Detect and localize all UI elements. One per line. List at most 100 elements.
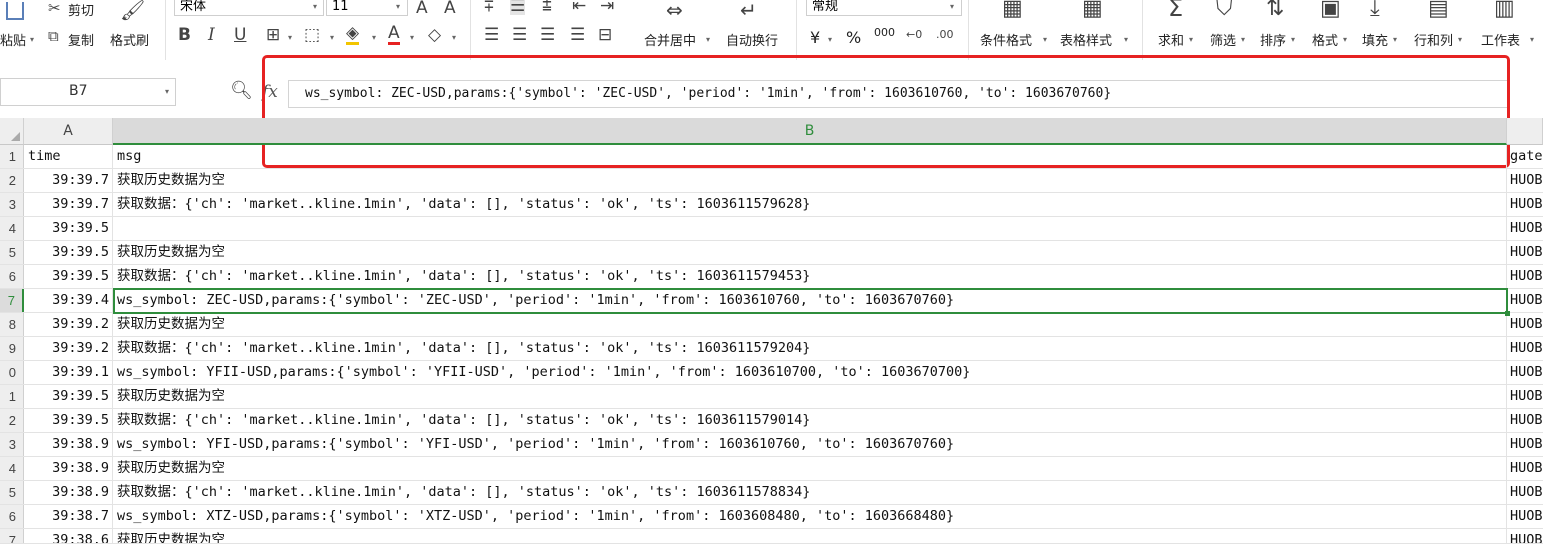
name-box-dropdown-icon[interactable]: ▾ xyxy=(165,87,169,96)
table-style-icon[interactable]: ▦ xyxy=(1082,0,1103,20)
format-painter-button[interactable]: 格式刷 xyxy=(110,30,149,49)
merge-center-button[interactable]: 合并居中 xyxy=(644,30,696,49)
conditional-format-dropdown-icon[interactable]: ▾ xyxy=(1043,35,1047,44)
cell-msg[interactable]: ws_symbol: YFII-USD,params:{'symbol': 'Y… xyxy=(113,361,1507,384)
cell-msg[interactable]: 获取历史数据为空 xyxy=(113,241,1507,264)
cell-time[interactable]: 39:39.1 xyxy=(24,361,113,384)
row-header[interactable]: 2 xyxy=(0,169,24,192)
conditional-format-icon[interactable]: ▦ xyxy=(1002,0,1023,20)
font-name-select[interactable]: 宋体 xyxy=(174,0,324,16)
zoom-icon[interactable]: 🔍︎ xyxy=(230,82,253,100)
row-header[interactable]: 0 xyxy=(0,361,24,384)
fill-icon[interactable]: ⤓ xyxy=(1370,0,1380,20)
number-format-select[interactable]: 常规 xyxy=(806,0,962,16)
cell-gate[interactable]: HUOB xyxy=(1507,505,1543,528)
cell-msg[interactable] xyxy=(113,217,1507,240)
column-header-a[interactable]: A xyxy=(24,118,113,145)
sort-icon[interactable]: ⇅ xyxy=(1266,0,1284,20)
fx-icon[interactable]: fx xyxy=(262,82,278,102)
cell-time[interactable]: 39:39.5 xyxy=(24,385,113,408)
font-name-dropdown-icon[interactable]: ▾ xyxy=(313,2,317,11)
copy-button[interactable]: 复制 xyxy=(68,30,94,49)
row-header[interactable]: 3 xyxy=(0,193,24,216)
percent-button[interactable]: % xyxy=(846,28,861,47)
cell-gate[interactable]: HUOB xyxy=(1507,433,1543,456)
cell-msg[interactable]: 获取历史数据为空 xyxy=(113,529,1507,543)
cell-msg[interactable]: 获取历史数据为空 xyxy=(113,313,1507,336)
scissors-icon[interactable]: ✂ xyxy=(48,0,61,17)
row-header[interactable]: 6 xyxy=(0,265,24,288)
cell-time[interactable]: 39:38.9 xyxy=(24,481,113,504)
format-dropdown-icon[interactable]: ▾ xyxy=(1343,35,1347,44)
row-header[interactable]: 3 xyxy=(0,433,24,456)
fill-button[interactable]: 填充 xyxy=(1362,30,1388,49)
cell-time[interactable]: 39:39.7 xyxy=(24,193,113,216)
cell-gate[interactable]: HUOB xyxy=(1507,313,1543,336)
cell-time[interactable]: 39:39.5 xyxy=(24,265,113,288)
paste-dropdown-icon[interactable]: ▾ xyxy=(30,35,34,44)
wrap-text-icon[interactable]: ↵ xyxy=(740,0,757,20)
cell-style-dropdown-icon[interactable]: ▾ xyxy=(330,33,334,42)
fill-color-dropdown-icon[interactable]: ▾ xyxy=(372,33,376,42)
wrap-text-button[interactable]: 自动换行 xyxy=(726,30,778,49)
conditional-format-button[interactable]: 条件格式 xyxy=(980,30,1032,49)
cell-time[interactable]: 39:39.4 xyxy=(24,289,113,312)
cell-time[interactable]: 39:39.7 xyxy=(24,169,113,192)
font-color-icon[interactable]: A xyxy=(388,25,400,45)
cell-gate[interactable]: HUOB xyxy=(1507,289,1543,312)
font-grow-icon[interactable]: A xyxy=(416,0,428,17)
cell-msg[interactable]: 获取数据：{'ch': 'market..kline.1min', 'data'… xyxy=(113,265,1507,288)
column-header-b[interactable]: B xyxy=(113,118,1507,145)
row-header[interactable]: 2 xyxy=(0,409,24,432)
format-painter-icon[interactable]: 🖌 xyxy=(120,0,145,20)
cell-msg[interactable]: ws_symbol: XTZ-USD,params:{'symbol': 'XT… xyxy=(113,505,1507,528)
filter-dropdown-icon[interactable]: ▾ xyxy=(1241,35,1245,44)
cell-time[interactable]: 39:39.5 xyxy=(24,241,113,264)
row-header[interactable]: 4 xyxy=(0,217,24,240)
currency-dropdown-icon[interactable]: ▾ xyxy=(828,35,832,44)
cell-time[interactable]: 39:38.9 xyxy=(24,457,113,480)
decrease-decimal-icon[interactable]: .00 xyxy=(936,26,954,43)
sheet-icon[interactable]: ▥ xyxy=(1494,0,1515,20)
cell-gate[interactable]: HUOB xyxy=(1507,409,1543,432)
name-box[interactable]: B7 ▾ xyxy=(0,78,176,106)
cell-msg[interactable]: 获取数据：{'ch': 'market..kline.1min', 'data'… xyxy=(113,481,1507,504)
row-header[interactable]: 1 xyxy=(0,385,24,408)
merge-center-dropdown-icon[interactable]: ▾ xyxy=(706,35,710,44)
cell-msg[interactable]: 获取数据：{'ch': 'market..kline.1min', 'data'… xyxy=(113,193,1507,216)
cell-gate[interactable]: HUOB xyxy=(1507,265,1543,288)
fill-dropdown-icon[interactable]: ▾ xyxy=(1393,35,1397,44)
sort-dropdown-icon[interactable]: ▾ xyxy=(1291,35,1295,44)
paste-button[interactable]: 粘贴 xyxy=(0,30,26,49)
align-center-icon[interactable]: ☰ xyxy=(512,27,527,44)
formula-input[interactable]: ws_symbol: ZEC-USD,params:{'symbol': 'ZE… xyxy=(288,80,1508,108)
cell-gate[interactable]: HUOB xyxy=(1507,169,1543,192)
sheet-dropdown-icon[interactable]: ▾ xyxy=(1530,35,1534,44)
select-all-corner[interactable] xyxy=(0,118,24,145)
row-header[interactable]: 9 xyxy=(0,337,24,360)
cell-msg[interactable]: 获取历史数据为空 xyxy=(113,385,1507,408)
cell-msg[interactable]: 获取历史数据为空 xyxy=(113,457,1507,480)
rowcol-button[interactable]: 行和列 xyxy=(1414,30,1453,49)
align-bottom-icon[interactable]: ⩲ xyxy=(542,0,552,15)
underline-icon[interactable]: U xyxy=(234,27,246,44)
fill-color-icon[interactable]: ◈ xyxy=(346,25,360,45)
cell-style-icon[interactable]: ⬚ xyxy=(304,27,320,44)
eraser-icon[interactable]: ◇ xyxy=(428,27,441,44)
cell-time[interactable]: 39:38.7 xyxy=(24,505,113,528)
cell-msg[interactable]: 获取数据：{'ch': 'market..kline.1min', 'data'… xyxy=(113,409,1507,432)
font-shrink-icon[interactable]: A xyxy=(444,0,456,17)
column-header-c[interactable] xyxy=(1507,118,1543,145)
sort-button[interactable]: 排序 xyxy=(1260,30,1286,49)
cut-button[interactable]: 剪切 xyxy=(68,0,94,19)
cell-msg[interactable]: ws_symbol: YFI-USD,params:{'symbol': 'YF… xyxy=(113,433,1507,456)
border-icon[interactable]: ⊞ xyxy=(266,27,280,44)
copy-icon[interactable]: ⧉ xyxy=(48,28,59,45)
format-icon[interactable]: ▣ xyxy=(1320,0,1341,20)
italic-icon[interactable]: I xyxy=(208,27,215,44)
merge-center-icon[interactable]: ⇔ xyxy=(666,0,683,20)
row-header[interactable]: 7 xyxy=(0,529,24,543)
distributed-icon[interactable]: ⊟ xyxy=(598,27,612,44)
filter-button[interactable]: 筛选 xyxy=(1210,30,1236,49)
cell-msg[interactable]: 获取历史数据为空 xyxy=(113,169,1507,192)
